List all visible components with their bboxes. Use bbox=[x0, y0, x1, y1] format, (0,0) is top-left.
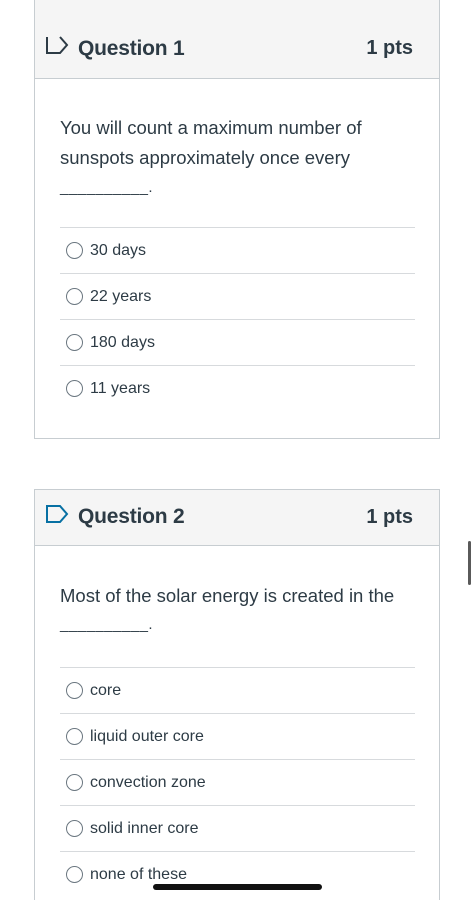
answer-label: convection zone bbox=[90, 773, 206, 791]
answer-label: liquid outer core bbox=[90, 727, 204, 745]
radio-button[interactable] bbox=[66, 242, 83, 259]
radio-button[interactable] bbox=[66, 380, 83, 397]
fill-blank: __________. bbox=[60, 179, 154, 196]
answer-list: core liquid outer core convection zone s… bbox=[60, 667, 415, 897]
answer-option[interactable]: convection zone bbox=[60, 759, 415, 805]
answer-label: 11 years bbox=[90, 379, 151, 397]
answer-label: 180 days bbox=[90, 333, 155, 351]
question-header: Question 1 1 pts bbox=[35, 0, 439, 79]
radio-button[interactable] bbox=[66, 334, 83, 351]
answer-option[interactable]: 30 days bbox=[60, 227, 415, 273]
answer-label: 30 days bbox=[90, 241, 147, 259]
radio-button[interactable] bbox=[66, 728, 83, 745]
scrollbar[interactable] bbox=[468, 541, 471, 585]
question-title: Question 2 bbox=[78, 505, 185, 528]
radio-button[interactable] bbox=[66, 682, 83, 699]
answer-label: solid inner core bbox=[90, 819, 199, 837]
question-points: 1 pts bbox=[366, 37, 413, 59]
answer-option[interactable]: 22 years bbox=[60, 273, 415, 319]
flag-question-icon[interactable] bbox=[45, 35, 69, 55]
radio-button[interactable] bbox=[66, 288, 83, 305]
radio-button[interactable] bbox=[66, 820, 83, 837]
answer-list: 30 days 22 years 180 days 11 years bbox=[60, 227, 415, 411]
answer-option[interactable]: 11 years bbox=[60, 365, 415, 411]
answer-option[interactable]: liquid outer core bbox=[60, 713, 415, 759]
question-header: Question 2 1 pts bbox=[35, 490, 439, 546]
answer-label: 22 years bbox=[90, 287, 152, 305]
answer-option[interactable]: none of these bbox=[60, 851, 415, 897]
radio-button[interactable] bbox=[66, 774, 83, 791]
answer-option[interactable]: core bbox=[60, 667, 415, 713]
question-text: You will count a maximum number of sunsp… bbox=[60, 117, 362, 168]
question-title: Question 1 bbox=[78, 37, 185, 60]
answer-option[interactable]: solid inner core bbox=[60, 805, 415, 851]
question-2-card: Question 2 1 pts Most of the solar energ… bbox=[34, 489, 440, 900]
question-text: Most of the solar energy is created in t… bbox=[60, 585, 395, 606]
fill-blank: __________. bbox=[60, 616, 154, 633]
flag-question-icon[interactable] bbox=[45, 504, 69, 524]
question-1-card: Question 1 1 pts You will count a maximu… bbox=[34, 0, 440, 439]
question-points: 1 pts bbox=[366, 506, 413, 528]
answer-option[interactable]: 180 days bbox=[60, 319, 415, 365]
home-indicator[interactable] bbox=[153, 884, 322, 890]
answer-label: none of these bbox=[90, 865, 187, 883]
answer-label: core bbox=[90, 681, 122, 699]
radio-button[interactable] bbox=[66, 866, 83, 883]
